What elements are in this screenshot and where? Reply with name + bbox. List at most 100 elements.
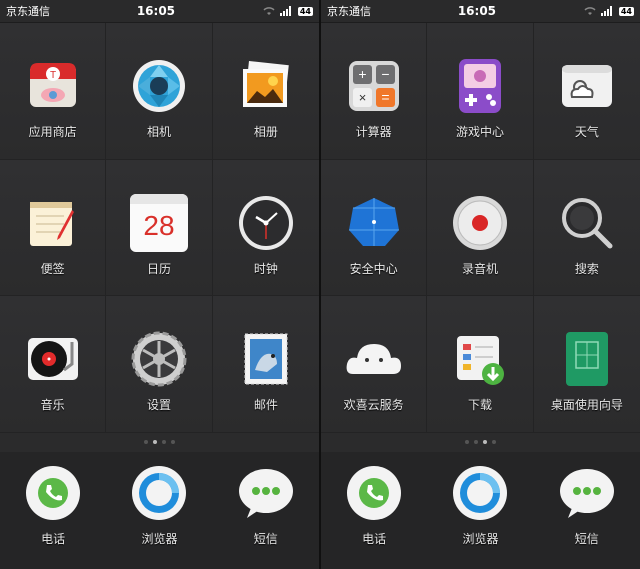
battery-indicator: 44	[618, 6, 634, 16]
clock-time: 16:05	[457, 4, 497, 18]
app-notes[interactable]: 便签	[0, 159, 107, 297]
browser-icon	[132, 466, 187, 520]
app-calendar[interactable]: 28 日历	[106, 159, 213, 297]
settings-gear-icon	[131, 331, 187, 387]
page-dot-active	[483, 440, 487, 444]
app-label: 设置	[146, 398, 171, 413]
clock-icon	[238, 195, 293, 250]
app-settings[interactable]: 设置	[106, 296, 213, 433]
svg-text:−: −	[381, 66, 389, 82]
phone-icon	[347, 466, 402, 520]
app-app-store[interactable]: T 应用商店	[0, 23, 107, 160]
phone-icon	[26, 466, 81, 520]
signal-icon	[279, 6, 291, 16]
app-label: 天气	[574, 125, 599, 139]
battery-indicator: 44	[297, 6, 313, 16]
dock-sms[interactable]: 短信	[237, 452, 295, 569]
app-camera[interactable]: 相机	[106, 23, 213, 160]
app-label: 短信	[574, 532, 599, 546]
dock-phone[interactable]: 电话	[345, 452, 403, 569]
page-indicator	[321, 440, 640, 444]
app-label: 电话	[41, 532, 66, 546]
dock-phone[interactable]: 电话	[24, 452, 82, 569]
app-search[interactable]: 搜索	[533, 159, 640, 297]
search-icon	[561, 197, 613, 249]
app-label: 计算器	[355, 125, 392, 139]
app-label: 音乐	[40, 398, 65, 413]
app-label: 短信	[253, 532, 278, 546]
app-security-center[interactable]: 安全中心	[321, 159, 428, 297]
page-dot	[465, 440, 469, 444]
app-clock[interactable]: 时钟	[212, 159, 319, 297]
dock: 电话 浏览器 短信	[321, 452, 640, 569]
calendar-date: 28	[143, 209, 175, 241]
home-screen-1: 京东通信 16:05 44 T 应用商店 相机 相册 便签 28 日历 时钟 音…	[0, 0, 319, 569]
svg-text:T: T	[50, 70, 56, 81]
signal-icon	[600, 6, 612, 16]
app-label: 相册	[253, 125, 278, 139]
svg-text:+: +	[358, 66, 366, 82]
page-dot	[492, 440, 496, 444]
home-screen-2: 京东通信 16:05 44 + − × = 计算器 游戏中心 天气 安全中心 录…	[319, 0, 640, 569]
guide-book-icon	[565, 332, 608, 387]
page-dot-active	[153, 440, 157, 444]
app-label: 欢喜云服务	[343, 398, 404, 413]
dock: 电话 浏览器 短信	[0, 452, 319, 569]
app-label: 安全中心	[349, 261, 398, 276]
weather-icon	[561, 65, 612, 107]
app-label: 相机	[146, 125, 171, 139]
page-dot	[474, 440, 478, 444]
sms-icon	[559, 469, 614, 518]
app-game-center[interactable]: 游戏中心	[427, 23, 534, 160]
app-weather[interactable]: 天气	[533, 23, 640, 160]
photo-album-icon	[242, 61, 289, 107]
app-music[interactable]: 音乐	[0, 296, 107, 433]
app-recorder[interactable]: 录音机	[427, 159, 534, 297]
carrier-label: 京东通信	[327, 5, 371, 18]
app-label: 日历	[146, 261, 171, 276]
app-desktop-guide[interactable]: 桌面使用向导	[533, 296, 640, 433]
page-dot	[144, 440, 148, 444]
app-label: 浏览器	[462, 532, 499, 546]
cloud-service-icon	[346, 344, 401, 375]
clock-time: 16:05	[136, 4, 176, 18]
dock-sms[interactable]: 短信	[558, 452, 616, 569]
wifi-icon	[263, 7, 275, 15]
app-label: 搜索	[574, 261, 599, 276]
app-label: 下载	[467, 398, 492, 413]
game-center-icon	[458, 59, 501, 113]
app-mail[interactable]: 邮件	[212, 296, 319, 433]
security-umbrella-icon	[348, 197, 399, 246]
app-label: 应用商店	[28, 125, 77, 139]
app-download[interactable]: 下载	[427, 296, 534, 433]
dock-browser[interactable]: 浏览器	[130, 452, 188, 569]
app-label: 游戏中心	[455, 125, 504, 139]
app-label: 录音机	[461, 261, 498, 276]
music-icon	[27, 338, 78, 381]
carrier-label: 京东通信	[6, 5, 50, 18]
app-label: 电话	[362, 532, 387, 546]
app-label: 便签	[40, 261, 65, 276]
app-label: 桌面使用向导	[550, 398, 623, 413]
calendar-icon: 28	[129, 193, 188, 252]
app-store-icon: T	[29, 63, 76, 107]
dock-browser[interactable]: 浏览器	[451, 452, 509, 569]
notes-icon	[29, 201, 74, 246]
calculator-icon: + −× =	[348, 61, 399, 111]
app-cloud-service[interactable]: 欢喜云服务	[321, 296, 428, 433]
download-icon	[456, 336, 504, 386]
sms-icon	[238, 469, 293, 518]
app-photo-album[interactable]: 相册	[212, 23, 319, 160]
app-label: 浏览器	[141, 532, 178, 546]
page-indicator	[0, 440, 319, 444]
mail-icon	[244, 333, 288, 385]
status-bar: 京东通信 16:05 44	[0, 0, 319, 23]
page-dot	[171, 440, 175, 444]
svg-text:×: ×	[358, 90, 366, 105]
recorder-icon	[452, 195, 507, 250]
wifi-icon	[584, 7, 596, 15]
svg-text:=: =	[381, 89, 389, 105]
app-label: 邮件	[253, 398, 278, 413]
app-calculator[interactable]: + − × = 计算器	[321, 23, 428, 160]
page-dot	[162, 440, 166, 444]
